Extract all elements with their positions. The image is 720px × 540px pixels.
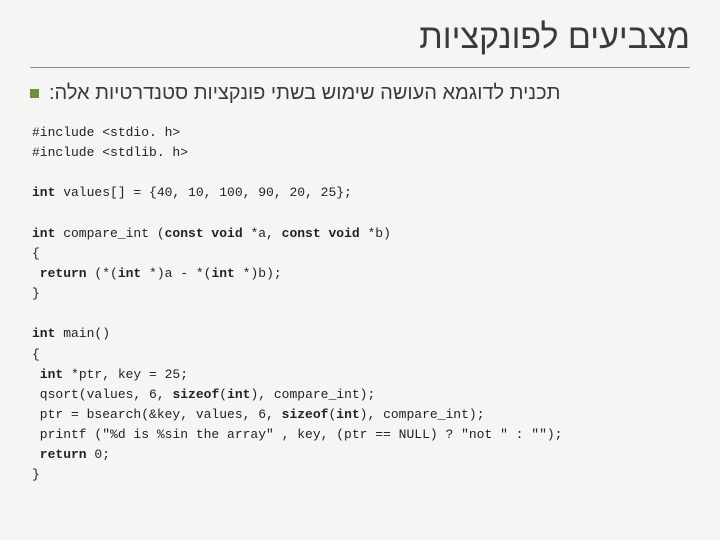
code-text: values[] = {40, 10, 100, 90, 20, 25}; — [55, 185, 351, 200]
slide-title: מצביעים לפונקציות — [30, 18, 690, 57]
code-line: } — [32, 286, 40, 301]
code-line: printf ("%d is %sin the array" , key, (p… — [32, 427, 563, 442]
code-text: *b) — [360, 226, 391, 241]
code-kw: int — [118, 266, 141, 281]
code-kw: int — [32, 367, 63, 382]
code-kw: return — [32, 447, 87, 462]
code-kw: int — [32, 185, 55, 200]
code-text: compare_int ( — [55, 226, 164, 241]
code-text: ), compare_int); — [250, 387, 375, 402]
slide-subtitle: תכנית לדוגמא העושה שימוש בשתי פונקציות ס… — [49, 82, 560, 105]
code-text: *)b); — [235, 266, 282, 281]
bullet-icon — [30, 89, 39, 98]
code-kw: sizeof — [172, 387, 219, 402]
code-line: #include <stdio. h> — [32, 125, 180, 140]
code-text: qsort(values, 6, — [32, 387, 172, 402]
code-text: *a, — [243, 226, 282, 241]
code-text: *ptr, key = 25; — [63, 367, 188, 382]
code-line: #include <stdlib. h> — [32, 145, 188, 160]
code-kw: const void — [165, 226, 243, 241]
code-kw: int — [336, 407, 359, 422]
code-kw: int — [211, 266, 234, 281]
code-kw: int — [32, 326, 55, 341]
code-kw: int — [32, 226, 55, 241]
subtitle-row: תכנית לדוגמא העושה שימוש בשתי פונקציות ס… — [30, 82, 690, 105]
code-line: { — [32, 246, 40, 261]
code-line: } — [32, 467, 40, 482]
code-kw: int — [227, 387, 250, 402]
slide: מצביעים לפונקציות תכנית לדוגמא העושה שימ… — [30, 18, 690, 522]
code-text: (*( — [87, 266, 118, 281]
code-kw: return — [32, 266, 87, 281]
code-block: #include <stdio. h> #include <stdlib. h>… — [30, 123, 690, 486]
code-text: *)a - *( — [141, 266, 211, 281]
code-text: ( — [219, 387, 227, 402]
code-text: 0; — [87, 447, 110, 462]
code-text: ), compare_int); — [360, 407, 485, 422]
title-block: מצביעים לפונקציות — [30, 18, 690, 68]
code-kw: sizeof — [282, 407, 329, 422]
code-text: ptr = bsearch(&key, values, 6, — [32, 407, 282, 422]
code-kw: const void — [282, 226, 360, 241]
code-line: { — [32, 347, 40, 362]
code-text: main() — [55, 326, 110, 341]
